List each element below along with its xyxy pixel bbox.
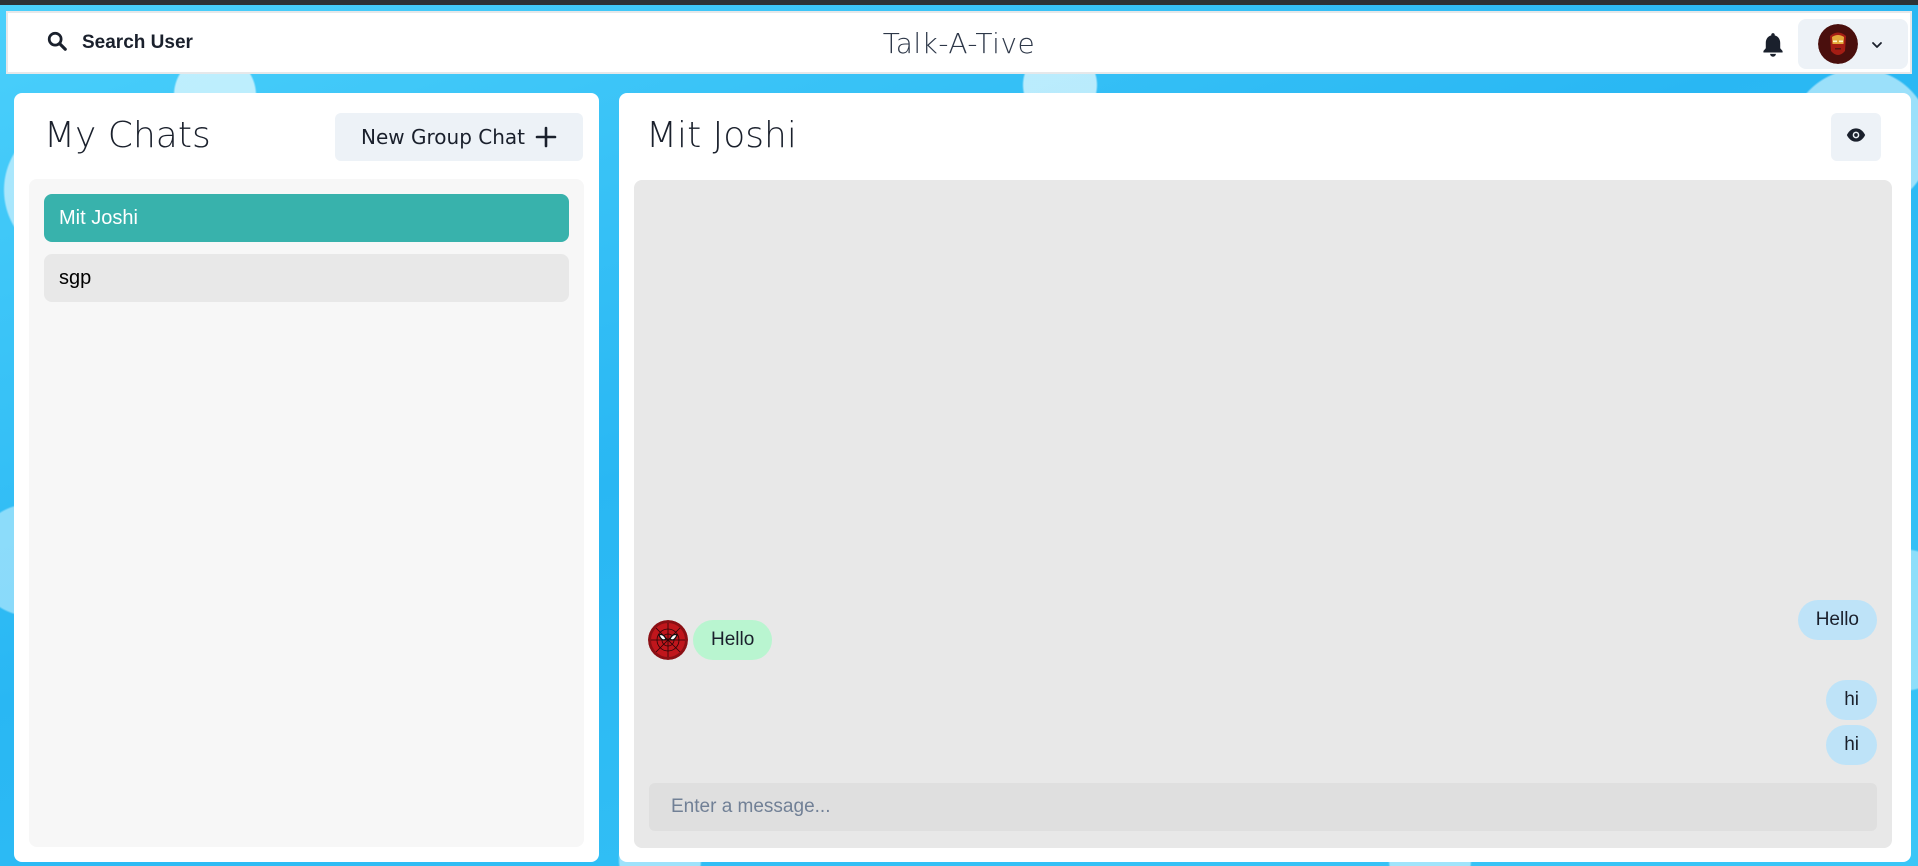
chat-title: Mit Joshi [646, 115, 797, 156]
chat-item-sgp[interactable]: sgp [44, 254, 569, 302]
chat-panel: Mit Joshi Hello Hello hi hi [619, 93, 1911, 862]
new-group-chat-button[interactable]: New Group Chat [335, 113, 583, 161]
iron-man-avatar [1818, 24, 1858, 64]
message-bubble-sent: Hello [1797, 600, 1877, 640]
plus-icon [535, 126, 557, 148]
eye-icon [1846, 125, 1866, 149]
message-input[interactable] [649, 783, 1877, 831]
my-chats-panel: My Chats New Group Chat Mit Joshi sgp [14, 93, 599, 862]
bell-icon[interactable] [1760, 31, 1786, 59]
top-bar: Search User Talk-A-Tive [6, 11, 1912, 74]
message-bubble-sent: hi [1826, 725, 1877, 765]
browser-top-strip [0, 0, 1918, 5]
view-profile-button[interactable] [1831, 113, 1881, 161]
my-chats-title: My Chats [44, 115, 211, 156]
spider-man-avatar[interactable] [648, 620, 688, 660]
messages-area: Hello Hello hi hi [634, 180, 1892, 848]
chat-item-mit-joshi[interactable]: Mit Joshi [44, 194, 569, 242]
chevron-down-icon [1870, 37, 1884, 51]
new-group-chat-label: New Group Chat [361, 125, 525, 149]
chat-list: Mit Joshi sgp [29, 179, 584, 847]
message-bubble-sent: hi [1826, 680, 1877, 720]
app-title: Talk-A-Tive [882, 27, 1036, 60]
profile-menu-button[interactable] [1798, 19, 1908, 69]
message-bubble-received: Hello [693, 620, 773, 660]
